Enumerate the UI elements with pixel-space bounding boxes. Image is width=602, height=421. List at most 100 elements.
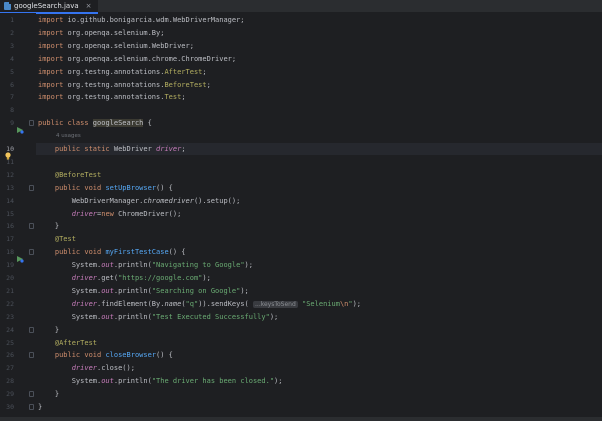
usages-inlay-hint[interactable]: 4 usages — [56, 130, 81, 142]
line-number[interactable]: 29 — [0, 388, 14, 400]
line-number[interactable]: 17 — [0, 233, 14, 245]
code-line[interactable]: public void myFirstTestCase() { — [36, 246, 602, 258]
fold-icon[interactable] — [29, 352, 34, 359]
code-token: setUpBrowser — [105, 183, 157, 192]
line-number[interactable]: 19 — [0, 259, 14, 271]
line-number[interactable]: 7 — [0, 91, 14, 103]
code-line[interactable]: driver.close(); — [36, 362, 602, 374]
line-number[interactable]: 23 — [0, 311, 14, 323]
fold-icon[interactable] — [29, 120, 34, 127]
horizontal-scrollbar[interactable] — [0, 417, 602, 421]
lightbulb-icon[interactable] — [5, 145, 11, 160]
code-line[interactable]: System.out.println("Navigating to Google… — [36, 259, 602, 271]
tab-googlesearch-java[interactable]: googleSearch.java × — [0, 0, 98, 14]
line-number[interactable]: 22 — [0, 298, 14, 310]
code-line[interactable]: System.out.println("The driver has been … — [36, 375, 602, 387]
code-token: org.openqa.selenium.chrome.ChromeDriver; — [67, 54, 237, 63]
code-token: public void — [54, 248, 106, 257]
code-line[interactable]: public class googleSearch { — [36, 117, 602, 129]
line-number[interactable]: 4 — [0, 53, 14, 65]
code-line[interactable]: import org.openqa.selenium.By; — [36, 27, 602, 39]
line-number[interactable]: 27 — [0, 362, 14, 374]
code-text: WebDriverManager.chromedriver().setup(); — [38, 195, 241, 207]
code-line[interactable]: } — [36, 220, 602, 232]
line-number[interactable]: 12 — [0, 169, 14, 181]
line-number[interactable]: 2 — [0, 27, 14, 39]
code-line[interactable]: System.out.println("Searching on Google"… — [36, 285, 602, 297]
fold-icon[interactable] — [29, 249, 34, 256]
fold-icon[interactable] — [29, 184, 34, 191]
fold-icon[interactable] — [29, 404, 34, 410]
code-text: import org.testng.annotations.Test; — [38, 91, 186, 103]
line-number[interactable]: 26 — [0, 349, 14, 361]
run-icon[interactable] — [16, 119, 24, 134]
line-number[interactable]: 25 — [0, 337, 14, 349]
line-number[interactable]: 24 — [0, 324, 14, 336]
line-number[interactable]: 30 — [0, 401, 14, 413]
fold-icon[interactable] — [29, 326, 34, 333]
code-line[interactable]: import org.testng.annotations.AfterTest; — [36, 66, 602, 78]
code-line[interactable]: import org.testng.annotations.Test; — [36, 91, 602, 103]
code-token: org.testng.annotations. — [67, 93, 165, 102]
line-number[interactable]: 11 — [0, 156, 14, 168]
code-line[interactable]: } — [36, 401, 602, 413]
code-token: { — [143, 119, 152, 128]
close-icon[interactable]: × — [86, 2, 92, 10]
line-number[interactable]: 13 — [0, 182, 14, 194]
code-line[interactable]: } — [36, 324, 602, 336]
code-area[interactable]: import io.github.bonigarcia.wdm.WebDrive… — [36, 13, 602, 417]
code-token: "Searching on Google" — [151, 286, 241, 295]
code-line[interactable]: driver.findElement(By.name("q")).sendKey… — [36, 298, 602, 310]
line-number[interactable]: 18 — [0, 246, 14, 258]
current-line[interactable]: public static WebDriver driver; — [36, 143, 602, 155]
code-line[interactable]: public void setUpBrowser() { — [36, 182, 602, 194]
code-text: driver.findElement(By.name("q")).sendKey… — [38, 298, 361, 311]
line-number[interactable]: 21 — [0, 285, 14, 297]
line-number[interactable]: 15 — [0, 208, 14, 220]
code-line[interactable]: import org.openqa.selenium.chrome.Chrome… — [36, 53, 602, 65]
code-text: System.out.println("Navigating to Google… — [38, 259, 253, 271]
code-line[interactable]: driver.get("https://google.com"); — [36, 272, 602, 284]
line-number[interactable]: 16 — [0, 220, 14, 232]
code-text: System.out.println("Test Executed Succes… — [38, 311, 279, 323]
line-number[interactable]: 9 — [0, 117, 14, 129]
code-token: @Test — [54, 235, 76, 244]
code-line[interactable]: @AfterTest — [36, 337, 602, 349]
code-line[interactable]: driver=new ChromeDriver(); — [36, 208, 602, 220]
code-line[interactable]: import org.testng.annotations.BeforeTest… — [36, 79, 602, 91]
code-text: import org.openqa.selenium.chrome.Chrome… — [38, 53, 236, 65]
line-number[interactable]: 20 — [0, 272, 14, 284]
code-line[interactable] — [36, 104, 602, 116]
line-number[interactable]: 28 — [0, 375, 14, 387]
code-editor[interactable]: 1 2 3 4 5 6 7 8 9 10 11 12 13 14 15 16 17 18 19 20 21 22 23 24 2… — [0, 13, 602, 417]
code-line[interactable]: WebDriverManager.chromedriver().setup(); — [36, 195, 602, 207]
code-token: out — [101, 377, 114, 386]
code-text: } — [38, 388, 59, 400]
code-token: .println( — [113, 261, 152, 270]
line-number[interactable]: 3 — [0, 40, 14, 52]
line-number[interactable]: 1 — [0, 14, 14, 26]
line-number[interactable]: 5 — [0, 66, 14, 78]
code-token: System. — [38, 312, 102, 321]
code-token: import — [38, 80, 68, 89]
code-text: import org.openqa.selenium.WebDriver; — [38, 40, 194, 52]
code-line[interactable]: @Test — [36, 233, 602, 245]
line-number[interactable]: 6 — [0, 79, 14, 91]
code-token: ); — [352, 299, 362, 308]
code-line[interactable]: System.out.println("Test Executed Succes… — [36, 311, 602, 323]
code-line[interactable]: import org.openqa.selenium.WebDriver; — [36, 40, 602, 52]
line-number[interactable]: 14 — [0, 195, 14, 207]
run-icon[interactable] — [16, 248, 24, 263]
code-line[interactable]: @BeforeTest — [36, 169, 602, 181]
line-number[interactable]: 8 — [0, 104, 14, 116]
code-line[interactable]: import io.github.bonigarcia.wdm.WebDrive… — [36, 14, 602, 26]
code-token: org.openqa.selenium.WebDriver; — [67, 41, 194, 50]
code-line[interactable]: public void closeBrowser() { — [36, 349, 602, 361]
code-line[interactable] — [36, 156, 602, 168]
code-token: closeBrowser — [105, 351, 157, 360]
fold-icon[interactable] — [29, 391, 34, 398]
fold-icon[interactable] — [29, 223, 34, 230]
code-line[interactable]: } — [36, 388, 602, 400]
